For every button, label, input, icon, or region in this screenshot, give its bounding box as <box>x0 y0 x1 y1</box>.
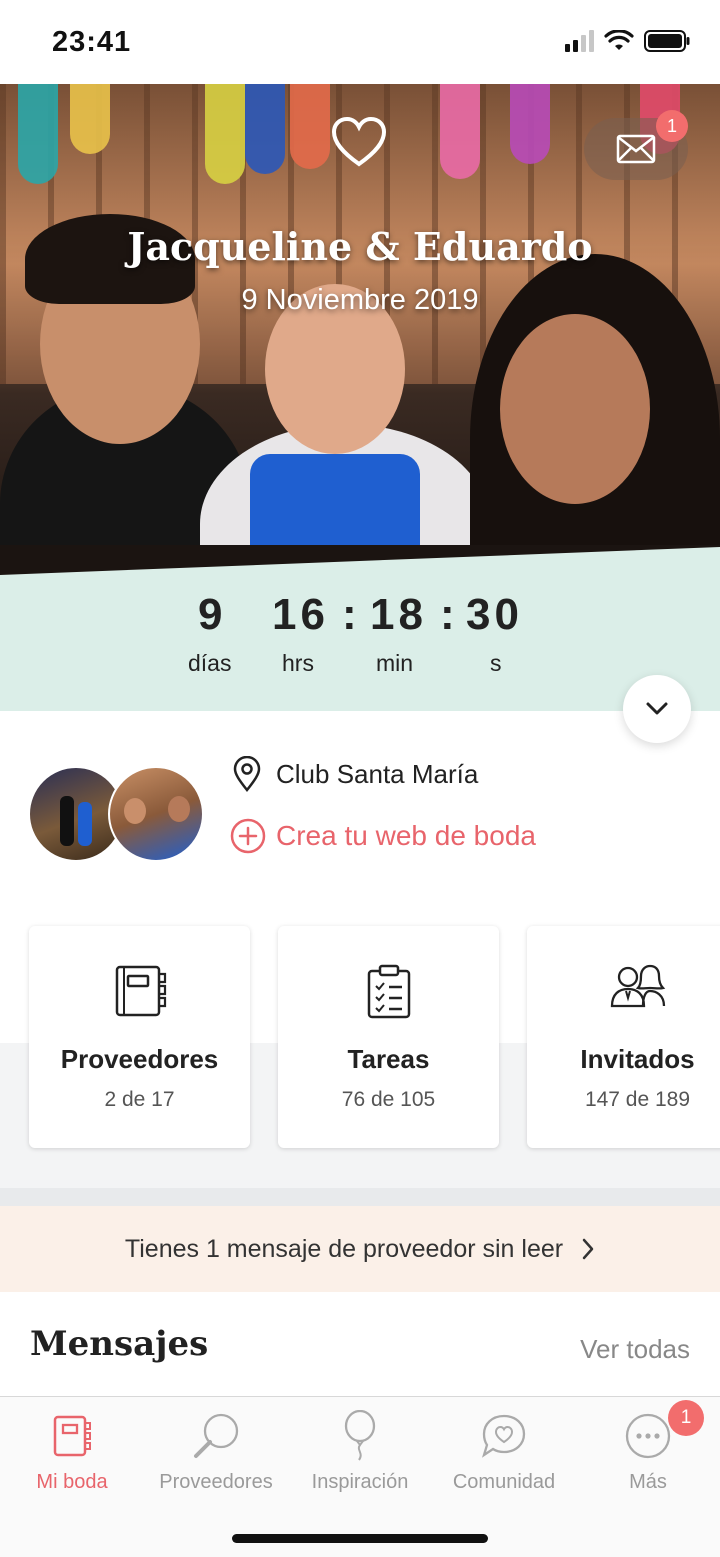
countdown-values: 9 16 : 18 : 30 <box>0 590 720 640</box>
checklist-icon <box>367 964 410 1019</box>
decoration-tassel <box>205 84 245 184</box>
card-count: 2 de 17 <box>104 1088 175 1111</box>
home-indicator[interactable] <box>232 1534 488 1543</box>
countdown-units: días hrs min s <box>0 650 720 680</box>
decoration-tassel <box>290 84 330 169</box>
card-title: Tareas <box>347 1044 430 1074</box>
wedding-date: 9 Noviembre 2019 <box>241 284 479 316</box>
more-tab-badge: 1 <box>668 1400 704 1436</box>
photo-face-woman <box>500 314 650 504</box>
notebook-icon <box>115 965 166 1017</box>
tab-label: Comunidad <box>452 1471 556 1493</box>
card-tareas[interactable]: Tareas 76 de 105 <box>278 926 499 1148</box>
create-web-label: Crea tu web de boda <box>276 820 536 851</box>
balloon-icon <box>344 1410 376 1461</box>
wifi-icon <box>604 30 634 50</box>
expand-button[interactable] <box>623 675 691 743</box>
decoration-tassel <box>440 84 480 179</box>
status-time: 23:41 <box>52 26 132 58</box>
wave-divider <box>0 545 720 575</box>
decoration-tassel <box>18 84 58 184</box>
cellular-signal-icon <box>565 30 594 52</box>
family-photo-avatar[interactable] <box>108 766 204 862</box>
countdown-separator: : <box>342 590 361 639</box>
more-icon <box>625 1413 671 1459</box>
messages-badge: 1 <box>656 110 688 142</box>
unit-hours: hrs <box>282 650 314 676</box>
decoration-tassel <box>510 84 550 164</box>
countdown-minutes: 18 <box>370 590 427 639</box>
chat-heart-icon <box>481 1414 526 1458</box>
card-title: Proveedores <box>60 1044 219 1074</box>
heart-logo-icon <box>331 116 387 167</box>
create-wedding-web-link[interactable]: Crea tu web de boda <box>230 818 536 854</box>
card-invitados[interactable]: Invitados 147 de 189 <box>527 926 720 1148</box>
card-title: Invitados <box>580 1044 695 1074</box>
venue-row[interactable]: Club Santa María <box>232 756 478 792</box>
chevron-right-icon <box>582 1238 594 1260</box>
chevron-down-icon <box>646 702 668 715</box>
tab-label: Inspiración <box>311 1471 409 1493</box>
unit-days: días <box>188 650 232 676</box>
couple-names: Jacqueline & Eduardo <box>127 224 593 269</box>
tab-mi-boda[interactable]: Mi boda <box>0 1409 144 1494</box>
decoration-tassel <box>245 84 285 174</box>
bottom-tab-bar: Mi boda Proveedores Inspiración Comunida… <box>0 1396 720 1557</box>
unit-minutes: min <box>376 650 414 676</box>
card-count: 76 de 105 <box>341 1088 436 1111</box>
countdown-separator: : <box>440 590 459 639</box>
add-circle-icon <box>230 818 266 854</box>
status-icons <box>565 30 690 52</box>
status-bar: 23:41 <box>0 0 720 84</box>
countdown-days: 9 <box>198 590 227 639</box>
tab-inspiracion[interactable]: Inspiración <box>288 1409 432 1494</box>
countdown-hours: 16 <box>272 590 329 639</box>
card-proveedores[interactable]: Proveedores 2 de 17 <box>29 926 250 1148</box>
guests-icon <box>610 964 665 1008</box>
decoration-tassel <box>70 84 110 154</box>
section-divider <box>0 1188 720 1206</box>
card-count: 147 de 189 <box>584 1088 691 1111</box>
tab-comunidad[interactable]: Comunidad <box>432 1409 576 1494</box>
location-pin-icon <box>233 756 261 792</box>
battery-icon <box>644 30 690 52</box>
unread-message-text: Tienes 1 mensaje de proveedor sin leer <box>124 1234 564 1263</box>
messages-section-title: Mensajes <box>30 1324 209 1364</box>
unit-seconds: s <box>490 650 502 676</box>
unread-message-banner[interactable]: Tienes 1 mensaje de proveedor sin leer <box>0 1206 720 1292</box>
wedding-book-icon <box>53 1415 91 1457</box>
tab-label: Mi boda <box>36 1471 108 1493</box>
tab-label: Proveedores <box>159 1471 273 1493</box>
venue-name: Club Santa María <box>276 758 479 789</box>
magnifier-icon <box>194 1413 239 1458</box>
tab-label: Más <box>629 1471 667 1493</box>
see-all-messages-link[interactable]: Ver todas <box>580 1334 690 1365</box>
envelope-icon <box>616 134 656 164</box>
tab-proveedores[interactable]: Proveedores <box>144 1409 288 1494</box>
countdown-seconds: 30 <box>466 590 523 639</box>
